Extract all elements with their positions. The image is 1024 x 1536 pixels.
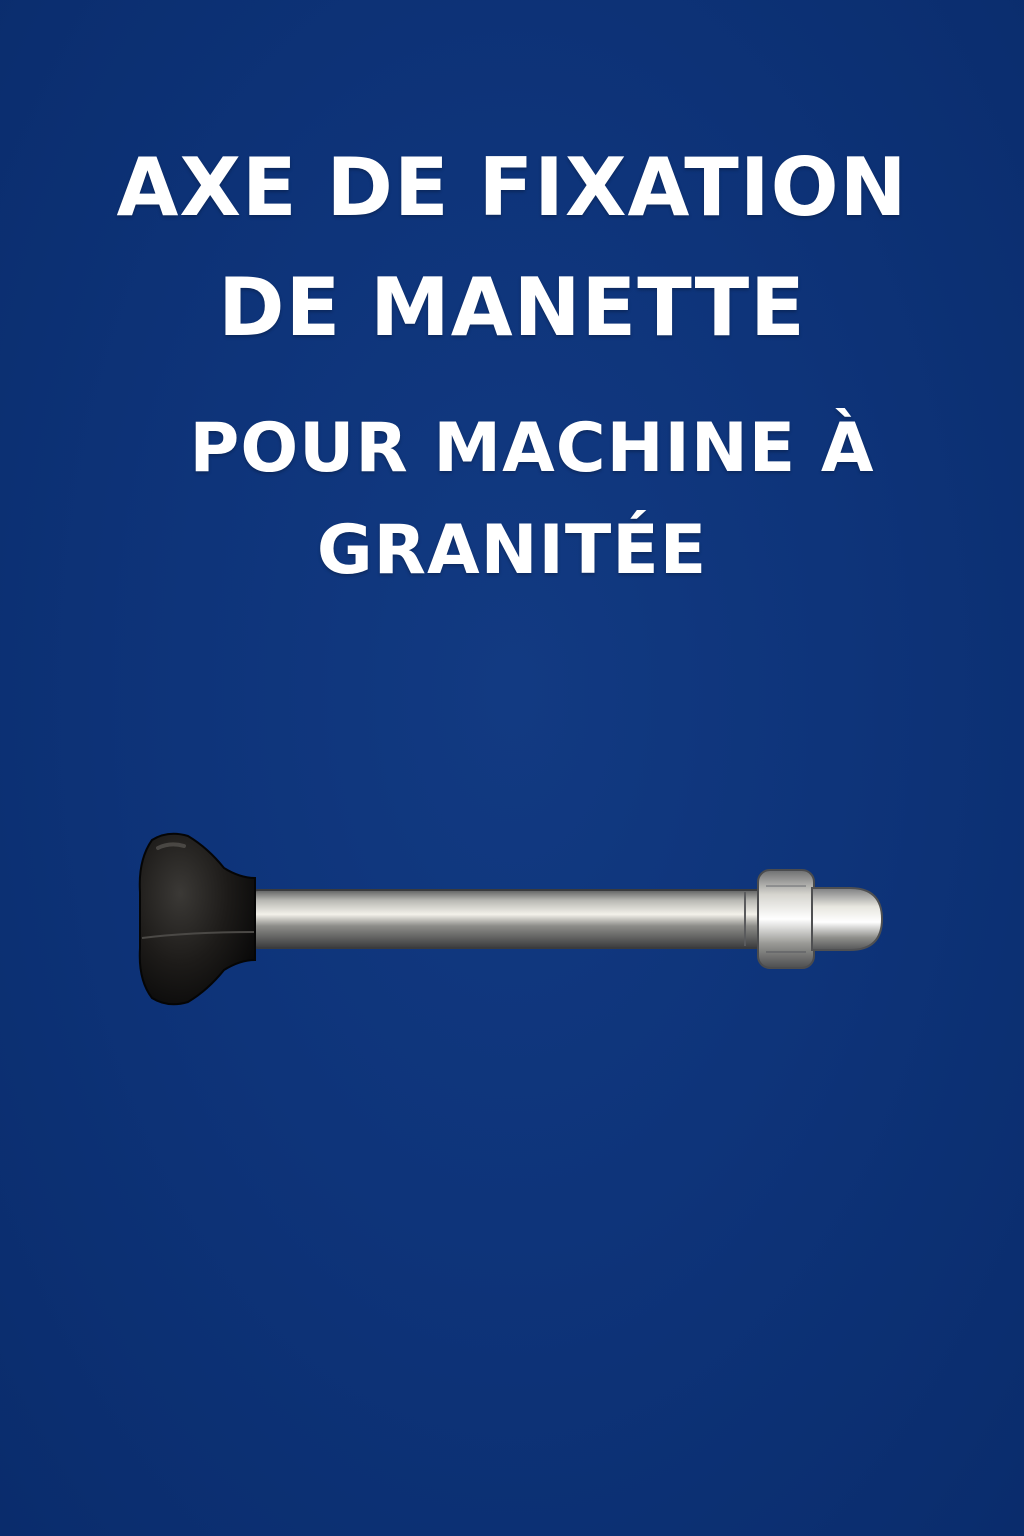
handle-fixing-pin-icon [138, 832, 884, 1006]
title-line-2: DE MANETTE [218, 261, 806, 354]
subtitle-line-2: GRANITÉE [316, 511, 708, 590]
title-line-1: AXE DE FIXATION [116, 141, 908, 234]
poster-canvas: AXE DE FIXATION DE MANETTE POUR MACHINE … [0, 0, 1024, 1536]
product-image [130, 820, 900, 1020]
subtitle-line-1: POUR MACHINE À [189, 409, 875, 488]
